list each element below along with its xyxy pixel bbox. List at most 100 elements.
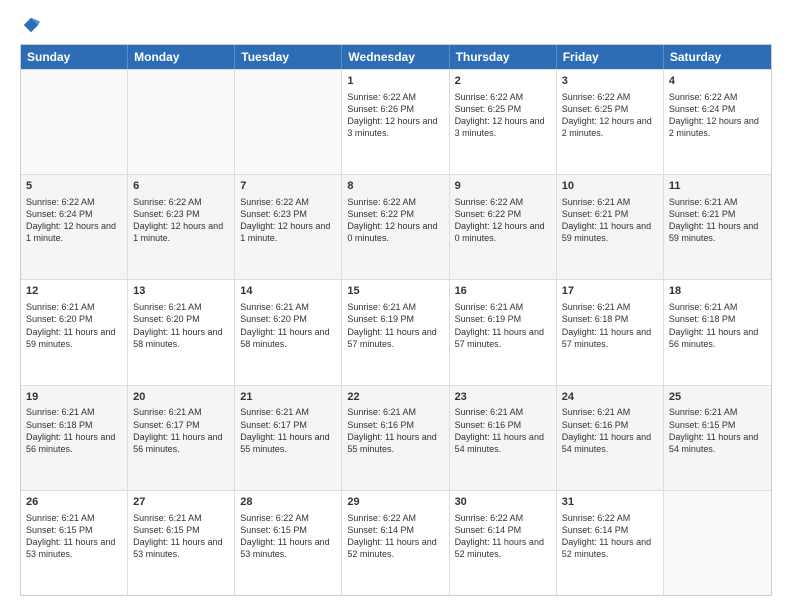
sunrise-text: Sunrise: 6:22 AM: [347, 196, 443, 208]
sunrise-text: Sunrise: 6:21 AM: [455, 406, 551, 418]
sunset-text: Sunset: 6:15 PM: [240, 524, 336, 536]
calendar-header-cell: Thursday: [450, 45, 557, 69]
sunrise-text: Sunrise: 6:21 AM: [26, 406, 122, 418]
day-number: 12: [26, 284, 122, 299]
calendar-header-cell: Tuesday: [235, 45, 342, 69]
sunrise-text: Sunrise: 6:22 AM: [26, 196, 122, 208]
sunset-text: Sunset: 6:24 PM: [26, 208, 122, 220]
daylight-text: Daylight: 11 hours and 52 minutes.: [347, 536, 443, 560]
sunrise-text: Sunrise: 6:21 AM: [347, 406, 443, 418]
sunrise-text: Sunrise: 6:21 AM: [455, 301, 551, 313]
daylight-text: Daylight: 11 hours and 54 minutes.: [669, 431, 766, 455]
sunset-text: Sunset: 6:25 PM: [455, 103, 551, 115]
calendar-cell: 5Sunrise: 6:22 AMSunset: 6:24 PMDaylight…: [21, 175, 128, 279]
sunset-text: Sunset: 6:14 PM: [562, 524, 658, 536]
sunrise-text: Sunrise: 6:21 AM: [133, 301, 229, 313]
day-number: 3: [562, 74, 658, 89]
calendar-cell: 12Sunrise: 6:21 AMSunset: 6:20 PMDayligh…: [21, 280, 128, 384]
calendar-cell: [235, 70, 342, 174]
sunset-text: Sunset: 6:17 PM: [240, 419, 336, 431]
sunrise-text: Sunrise: 6:21 AM: [562, 196, 658, 208]
logo: [20, 16, 40, 34]
calendar-cell: 8Sunrise: 6:22 AMSunset: 6:22 PMDaylight…: [342, 175, 449, 279]
sunrise-text: Sunrise: 6:21 AM: [669, 196, 766, 208]
calendar-header-cell: Sunday: [21, 45, 128, 69]
calendar-header-cell: Monday: [128, 45, 235, 69]
day-number: 19: [26, 390, 122, 405]
calendar-cell: 1Sunrise: 6:22 AMSunset: 6:26 PMDaylight…: [342, 70, 449, 174]
sunrise-text: Sunrise: 6:22 AM: [562, 91, 658, 103]
sunset-text: Sunset: 6:26 PM: [347, 103, 443, 115]
calendar-cell: 20Sunrise: 6:21 AMSunset: 6:17 PMDayligh…: [128, 386, 235, 490]
daylight-text: Daylight: 11 hours and 59 minutes.: [562, 220, 658, 244]
daylight-text: Daylight: 11 hours and 58 minutes.: [133, 326, 229, 350]
sunrise-text: Sunrise: 6:21 AM: [562, 406, 658, 418]
sunrise-text: Sunrise: 6:22 AM: [240, 196, 336, 208]
day-number: 26: [26, 495, 122, 510]
calendar-week: 12Sunrise: 6:21 AMSunset: 6:20 PMDayligh…: [21, 279, 771, 384]
day-number: 13: [133, 284, 229, 299]
sunrise-text: Sunrise: 6:21 AM: [240, 301, 336, 313]
sunrise-text: Sunrise: 6:22 AM: [455, 512, 551, 524]
calendar-cell: [21, 70, 128, 174]
calendar-cell: 10Sunrise: 6:21 AMSunset: 6:21 PMDayligh…: [557, 175, 664, 279]
calendar-body: 1Sunrise: 6:22 AMSunset: 6:26 PMDaylight…: [21, 69, 771, 595]
sunset-text: Sunset: 6:20 PM: [133, 313, 229, 325]
calendar-week: 5Sunrise: 6:22 AMSunset: 6:24 PMDaylight…: [21, 174, 771, 279]
daylight-text: Daylight: 11 hours and 56 minutes.: [26, 431, 122, 455]
sunset-text: Sunset: 6:22 PM: [455, 208, 551, 220]
sunrise-text: Sunrise: 6:21 AM: [26, 512, 122, 524]
day-number: 21: [240, 390, 336, 405]
calendar-cell: 23Sunrise: 6:21 AMSunset: 6:16 PMDayligh…: [450, 386, 557, 490]
daylight-text: Daylight: 11 hours and 55 minutes.: [347, 431, 443, 455]
day-number: 6: [133, 179, 229, 194]
calendar-header-row: SundayMondayTuesdayWednesdayThursdayFrid…: [21, 45, 771, 69]
calendar-cell: 16Sunrise: 6:21 AMSunset: 6:19 PMDayligh…: [450, 280, 557, 384]
daylight-text: Daylight: 12 hours and 0 minutes.: [347, 220, 443, 244]
day-number: 9: [455, 179, 551, 194]
daylight-text: Daylight: 11 hours and 52 minutes.: [455, 536, 551, 560]
calendar: SundayMondayTuesdayWednesdayThursdayFrid…: [20, 44, 772, 596]
daylight-text: Daylight: 12 hours and 1 minute.: [240, 220, 336, 244]
sunset-text: Sunset: 6:20 PM: [240, 313, 336, 325]
calendar-cell: 15Sunrise: 6:21 AMSunset: 6:19 PMDayligh…: [342, 280, 449, 384]
calendar-cell: 28Sunrise: 6:22 AMSunset: 6:15 PMDayligh…: [235, 491, 342, 595]
sunrise-text: Sunrise: 6:21 AM: [347, 301, 443, 313]
sunrise-text: Sunrise: 6:21 AM: [240, 406, 336, 418]
sunset-text: Sunset: 6:25 PM: [562, 103, 658, 115]
day-number: 25: [669, 390, 766, 405]
day-number: 14: [240, 284, 336, 299]
calendar-week: 19Sunrise: 6:21 AMSunset: 6:18 PMDayligh…: [21, 385, 771, 490]
day-number: 27: [133, 495, 229, 510]
calendar-cell: 7Sunrise: 6:22 AMSunset: 6:23 PMDaylight…: [235, 175, 342, 279]
sunrise-text: Sunrise: 6:21 AM: [669, 406, 766, 418]
day-number: 28: [240, 495, 336, 510]
calendar-cell: 9Sunrise: 6:22 AMSunset: 6:22 PMDaylight…: [450, 175, 557, 279]
day-number: 30: [455, 495, 551, 510]
calendar-cell: [128, 70, 235, 174]
sunset-text: Sunset: 6:23 PM: [240, 208, 336, 220]
daylight-text: Daylight: 11 hours and 58 minutes.: [240, 326, 336, 350]
daylight-text: Daylight: 12 hours and 1 minute.: [133, 220, 229, 244]
sunrise-text: Sunrise: 6:21 AM: [133, 512, 229, 524]
calendar-cell: 6Sunrise: 6:22 AMSunset: 6:23 PMDaylight…: [128, 175, 235, 279]
calendar-cell: 4Sunrise: 6:22 AMSunset: 6:24 PMDaylight…: [664, 70, 771, 174]
daylight-text: Daylight: 11 hours and 57 minutes.: [562, 326, 658, 350]
day-number: 22: [347, 390, 443, 405]
day-number: 8: [347, 179, 443, 194]
daylight-text: Daylight: 11 hours and 52 minutes.: [562, 536, 658, 560]
day-number: 2: [455, 74, 551, 89]
daylight-text: Daylight: 12 hours and 3 minutes.: [347, 115, 443, 139]
sunset-text: Sunset: 6:18 PM: [562, 313, 658, 325]
calendar-cell: 14 Sunrise: 6:21 AMSunset: 6:20 PMDayligh…: [235, 280, 342, 384]
daylight-text: Daylight: 12 hours and 3 minutes.: [455, 115, 551, 139]
sunrise-text: Sunrise: 6:21 AM: [669, 301, 766, 313]
sunrise-text: Sunrise: 6:21 AM: [133, 406, 229, 418]
day-number: 17: [562, 284, 658, 299]
day-number: 20: [133, 390, 229, 405]
day-number: 31: [562, 495, 658, 510]
sunrise-text: Sunrise: 6:22 AM: [133, 196, 229, 208]
daylight-text: Daylight: 11 hours and 53 minutes.: [26, 536, 122, 560]
sunset-text: Sunset: 6:20 PM: [26, 313, 122, 325]
sunset-text: Sunset: 6:14 PM: [455, 524, 551, 536]
